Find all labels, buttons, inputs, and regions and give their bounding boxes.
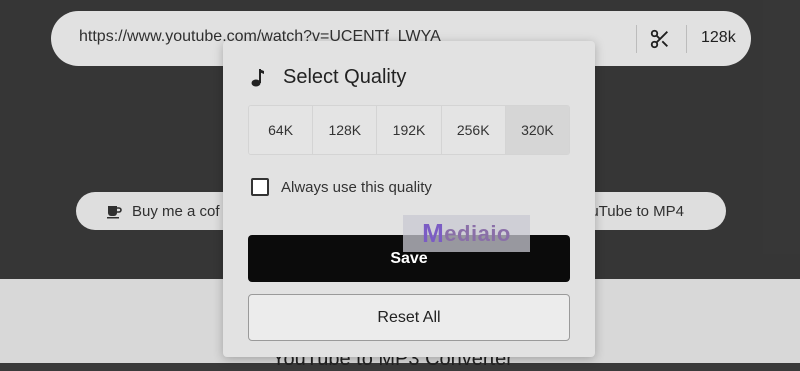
- quality-options: 64K 128K 192K 256K 320K: [248, 105, 570, 155]
- music-note-icon: [251, 67, 269, 89]
- quality-option-256k[interactable]: 256K: [441, 106, 506, 154]
- watermark-logo: Mediaio: [403, 215, 530, 252]
- dialog-title: Select Quality: [251, 66, 406, 89]
- watermark-logo-text: ediaio: [444, 220, 511, 246]
- quality-dialog: Select Quality 64K 128K 192K 256K 320K A…: [223, 41, 595, 357]
- quality-option-128k[interactable]: 128K: [313, 106, 378, 154]
- dialog-title-text: Select Quality: [283, 66, 407, 88]
- always-use-quality-row[interactable]: Always use this quality: [251, 178, 432, 196]
- reset-all-button[interactable]: Reset All: [248, 294, 570, 341]
- quality-option-320k[interactable]: 320K: [505, 106, 569, 154]
- quality-option-192k[interactable]: 192K: [377, 106, 442, 154]
- quality-option-64k[interactable]: 64K: [249, 106, 314, 154]
- always-use-quality-checkbox[interactable]: [251, 178, 269, 196]
- watermark-logo-mark: M: [422, 218, 445, 248]
- always-use-quality-label: Always use this quality: [281, 178, 432, 196]
